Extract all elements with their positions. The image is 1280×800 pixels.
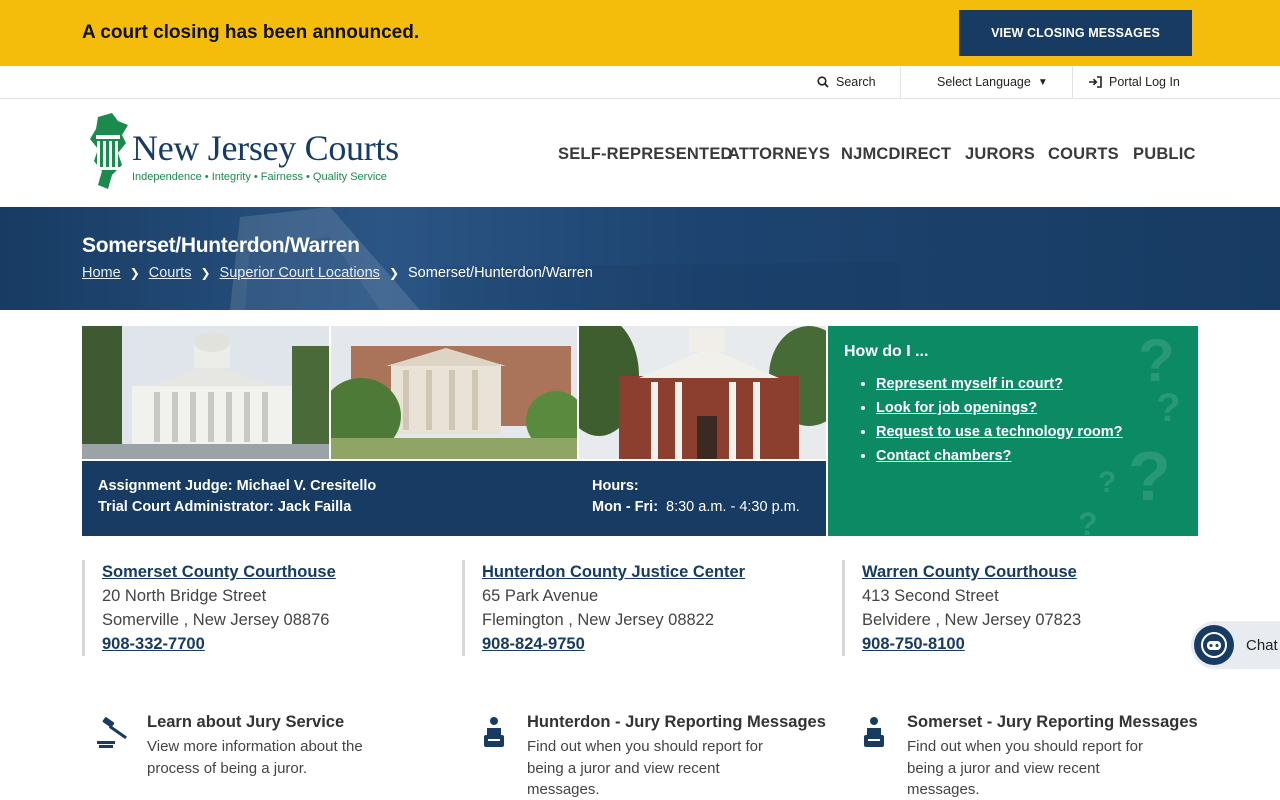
alert-message: A court closing has been announced. <box>82 22 420 43</box>
warren-courthouse-photo <box>579 326 827 459</box>
divider <box>1072 66 1073 98</box>
question-mark-decoration: ? <box>1128 437 1171 515</box>
view-closing-messages-button[interactable]: VIEW CLOSING MESSAGES <box>959 10 1192 56</box>
location-name-link[interactable]: Hunterdon County Justice Center <box>482 560 745 584</box>
hours-label: Hours: <box>592 478 639 494</box>
list-item[interactable]: Look for job openings? <box>876 396 1123 420</box>
trial-court-administrator: Trial Court Administrator: Jack Failla <box>98 499 352 515</box>
nav-courts[interactable]: COURTS <box>1048 145 1119 164</box>
search-link[interactable]: Search <box>817 66 876 98</box>
location-street: 20 North Bridge Street <box>102 587 267 605</box>
assignment-judge: Assignment Judge: Michael V. Cresitello <box>98 478 377 494</box>
link-title: Hunterdon - Jury Reporting Messages <box>527 713 826 731</box>
question-mark-decoration: ? <box>1138 327 1175 394</box>
nav-njmcdirect[interactable]: NJMCDIRECT <box>841 145 951 164</box>
how-do-i-title: How do I ... <box>844 343 929 360</box>
closing-alert-bar: A court closing has been announced. VIEW… <box>0 0 1280 66</box>
location-city: Belvidere , New Jersey 07823 <box>862 611 1082 629</box>
nav-self-represented[interactable]: SELF-REPRESENTED <box>558 145 733 164</box>
hours-days: Mon - Fri: <box>592 499 659 515</box>
gavel-icon <box>97 715 131 749</box>
location-city: Somerville , New Jersey 08876 <box>102 611 330 629</box>
question-mark-decoration: ? <box>1098 466 1117 499</box>
nj-state-seal-icon <box>90 113 128 189</box>
court-leadership-info: Assignment Judge: Michael V. Cresitello … <box>82 461 826 536</box>
juror-icon <box>857 715 891 749</box>
howto-link-represent[interactable]: Represent myself in court? <box>876 376 1063 392</box>
breadcrumb-home[interactable]: Home <box>82 265 121 281</box>
location-somerset: Somerset County Courthouse 20 North Brid… <box>82 560 336 656</box>
page-banner: Somerset/Hunterdon/Warren Home ❯ Courts … <box>0 207 1280 310</box>
link-title: Somerset - Jury Reporting Messages <box>907 713 1198 731</box>
portal-label: Portal Log In <box>1109 75 1180 89</box>
logo-title: New Jersey Courts <box>132 128 399 168</box>
breadcrumb-superior-court-locations[interactable]: Superior Court Locations <box>220 265 380 281</box>
location-city: Flemington , New Jersey 08822 <box>482 611 715 629</box>
location-street: 413 Second Street <box>862 587 999 605</box>
nav-public[interactable]: PUBLIC <box>1133 145 1196 164</box>
question-mark-decoration: ? <box>1156 386 1181 430</box>
question-mark-decoration: ? <box>1078 506 1098 536</box>
hours-times: 8:30 a.m. - 4:30 p.m. <box>666 499 800 515</box>
howto-link-jobs[interactable]: Look for job openings? <box>876 400 1037 416</box>
chat-button[interactable]: Chat <box>1191 621 1280 669</box>
language-select[interactable]: Select Language ▼ <box>937 66 1048 98</box>
somerset-courthouse-photo <box>82 326 329 459</box>
location-phone-link[interactable]: 908-750-8100 <box>862 632 1081 656</box>
location-hunterdon: Hunterdon County Justice Center 65 Park … <box>462 560 745 656</box>
chat-bot-icon <box>1194 625 1234 665</box>
juror-icon <box>477 715 511 749</box>
link-description: Find out when you should report for bein… <box>907 738 1143 798</box>
location-street: 65 Park Avenue <box>482 587 599 605</box>
chevron-right-icon: ❯ <box>129 266 140 280</box>
nav-jurors[interactable]: JURORS <box>965 145 1035 164</box>
breadcrumb: Home ❯ Courts ❯ Superior Court Locations… <box>82 265 593 281</box>
logo-tagline: Independence • Integrity • Fairness • Qu… <box>132 171 387 183</box>
hunterdon-justice-center-photo <box>330 326 578 459</box>
howto-link-technology-room[interactable]: Request to use a technology room? <box>876 424 1123 440</box>
link-title: Learn about Jury Service <box>147 713 345 731</box>
list-item[interactable]: Contact chambers? <box>876 444 1123 468</box>
how-do-i-list: Represent myself in court? Look for job … <box>860 372 1123 468</box>
nj-courts-logo[interactable]: New Jersey Courts Independence • Integri… <box>88 113 408 193</box>
breadcrumb-courts[interactable]: Courts <box>149 265 192 281</box>
sign-in-icon <box>1089 76 1102 88</box>
list-item[interactable]: Represent myself in court? <box>876 372 1123 396</box>
site-header: New Jersey Courts Independence • Integri… <box>0 99 1280 208</box>
location-warren: Warren County Courthouse 413 Second Stre… <box>842 560 1081 656</box>
flag-background-image <box>230 207 900 310</box>
how-do-i-panel: ? ? ? ? ? How do I ... Represent myself … <box>828 326 1198 536</box>
location-name-link[interactable]: Somerset County Courthouse <box>102 560 336 584</box>
courthouse-photos <box>82 326 827 459</box>
divider <box>900 66 901 98</box>
search-label: Search <box>836 75 876 89</box>
chevron-right-icon: ❯ <box>388 266 399 280</box>
portal-login-link[interactable]: Portal Log In <box>1089 66 1180 98</box>
utility-bar: Search Select Language ▼ Portal Log In <box>0 66 1280 99</box>
link-description: View more information about the process … <box>147 738 363 777</box>
caret-down-icon: ▼ <box>1037 76 1048 88</box>
chevron-right-icon: ❯ <box>200 266 211 280</box>
list-item[interactable]: Request to use a technology room? <box>876 420 1123 444</box>
location-name-link[interactable]: Warren County Courthouse <box>862 560 1081 584</box>
search-icon <box>817 76 829 88</box>
breadcrumb-current: Somerset/Hunterdon/Warren <box>408 265 593 281</box>
location-phone-link[interactable]: 908-332-7700 <box>102 632 336 656</box>
nav-attorneys[interactable]: ATTORNEYS <box>728 145 830 164</box>
page-title: Somerset/Hunterdon/Warren <box>82 234 360 257</box>
howto-link-chambers[interactable]: Contact chambers? <box>876 448 1011 464</box>
language-label: Select Language <box>937 75 1031 89</box>
chat-label: Chat <box>1246 636 1278 654</box>
location-phone-link[interactable]: 908-824-9750 <box>482 632 745 656</box>
link-description: Find out when you should report for bein… <box>527 738 763 798</box>
